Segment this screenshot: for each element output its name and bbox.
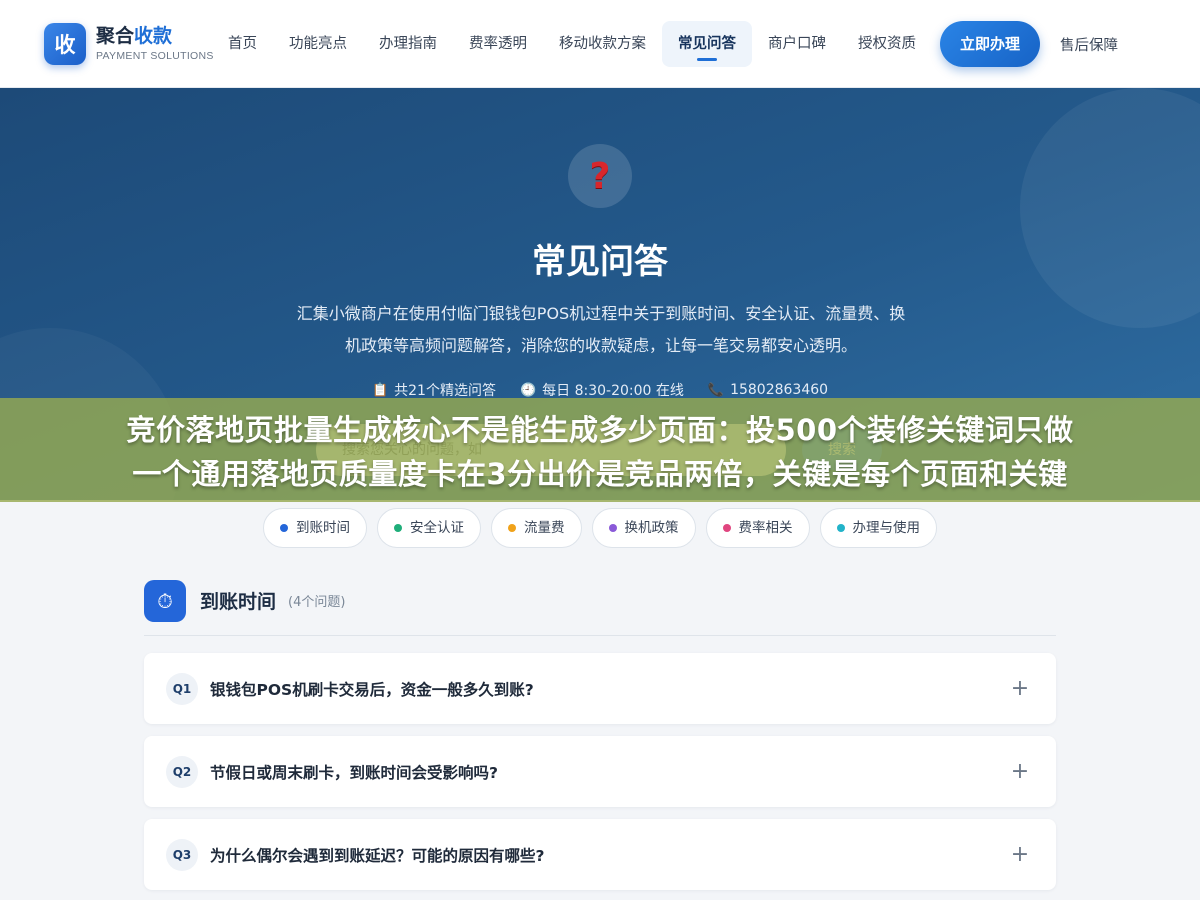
category-filter: 到账时间 安全认证 流量费 换机政策 费率相关 办理与使用 [0,508,1200,548]
chip-arrival-time[interactable]: 到账时间 [263,508,367,548]
decor-circle [1020,88,1200,328]
meta-phone-text: 15802863460 [730,382,829,398]
chip-label: 换机政策 [624,520,679,536]
nav-item-features[interactable]: 功能亮点 [273,21,363,67]
question-badge: Q2 [166,755,198,788]
section-count: (4个问题) [288,595,346,610]
nav-item-after-sales[interactable]: 售后保障 [1060,34,1118,55]
chip-dot [722,524,731,532]
question-text: 节假日或周末刷卡，到账时间会受影响吗? [210,763,498,782]
logo-text: 聚合收款 PAYMENT SOLUTIONS [96,25,214,62]
faq-item[interactable]: Q1 银钱包POS机刷卡交易后，资金一般多久到账? + [144,653,1056,724]
question-text: 银钱包POS机刷卡交易后，资金一般多久到账? [210,680,534,699]
nav-item-qualifications[interactable]: 授权资质 [842,21,932,67]
section-title: 到账时间 [200,591,277,613]
banner-line-2: 一个通用落地页质量度卡在3分出价是竞品两倍，关键是每个页面和关键 [132,457,1068,491]
meta-phone[interactable]: 📞 15802863460 [708,380,828,400]
chip-rates[interactable]: 费率相关 [705,508,810,548]
meta-hours-text: 每日 8:30-20:00 在线 [542,383,684,399]
clock-icon: 🕘 [519,382,537,398]
chip-dot [280,524,288,532]
chip-label: 到账时间 [296,520,350,536]
faq-item[interactable]: Q3 为什么偶尔会遇到到账延迟？可能的原因有哪些? + [144,819,1056,890]
banner-line-1: 竞价落地页批量生成核心不是能生成多少页面：投500个装修关键词只做 [126,413,1074,447]
chip-label: 办理与使用 [852,520,921,536]
logo-subtitle: PAYMENT SOLUTIONS [96,50,214,62]
nav-item-home[interactable]: 首页 [212,21,273,67]
faq-item[interactable]: Q2 节假日或周末刷卡，到账时间会受影响吗? + [144,736,1056,807]
nav-item-faq[interactable]: 常见问答 [662,21,752,67]
plus-icon[interactable]: + [1010,677,1030,699]
chip-device-swap[interactable]: 换机政策 [591,508,696,548]
meta-hours: 🕘 每日 8:30-20:00 在线 [520,380,684,400]
nav-item-guide[interactable]: 办理指南 [363,21,453,67]
main-nav: 首页 功能亮点 办理指南 费率透明 移动收款方案 常见问答 商户口碑 授权资质 … [212,0,1118,88]
logo[interactable]: 收 聚合收款 PAYMENT SOLUTIONS [44,22,234,65]
chip-apply-usage[interactable]: 办理与使用 [819,508,937,548]
chip-label: 安全认证 [410,520,464,536]
question-text: 为什么偶尔会遇到到账延迟？可能的原因有哪些? [210,846,545,865]
chip-security[interactable]: 安全认证 [377,508,481,548]
hero-meta: 📋 共21个精选问答 🕘 每日 8:30-20:00 在线 📞 15802863… [0,380,1200,400]
nav-item-reviews[interactable]: 商户口碑 [752,21,842,67]
site-header: 收 聚合收款 PAYMENT SOLUTIONS 首页 功能亮点 办理指南 费率… [0,0,1200,88]
nav-item-rates[interactable]: 费率透明 [453,21,543,67]
chip-dot [508,524,516,532]
plus-icon[interactable]: + [1010,843,1030,865]
logo-mark: 收 [44,22,86,65]
chip-label: 流量费 [524,520,565,536]
meta-faq-count-text: 共21个精选问答 [394,383,496,399]
page-description: 汇集小微商户在使用付临门银钱包POS机过程中关于到账时间、安全认证、流量费、换机… [296,304,906,355]
meta-faq-count: 📋 共21个精选问答 [372,380,496,400]
overlay-banner: 竞价落地页批量生成核心不是能生成多少页面：投500个装修关键词只做 一个通用落地… [0,398,1200,502]
logo-title-main: 聚合 [96,25,135,47]
chip-dot [394,524,402,532]
chip-dot [608,524,617,532]
stopwatch-icon: ⏱ [144,580,186,622]
plus-icon[interactable]: + [1010,760,1030,782]
phone-icon: 📞 [707,382,725,398]
page-title: 常见问答 [532,242,668,282]
section-header-arrival-time: ⏱ 到账时间 (4个问题) [144,580,1056,636]
nav-item-mobile-payment[interactable]: 移动收款方案 [543,21,662,67]
logo-title: 聚合收款 [96,25,214,47]
logo-title-accent: 收款 [134,25,173,47]
question-badge: Q1 [166,672,198,705]
question-badge: Q3 [166,838,198,871]
chip-dot [836,524,845,532]
apply-now-button[interactable]: 立即办理 [940,21,1041,67]
clipboard-icon: 📋 [371,382,389,398]
question-mark-icon: ? [568,144,632,208]
chip-label: 费率相关 [738,520,793,536]
chip-data-fee[interactable]: 流量费 [491,508,582,548]
